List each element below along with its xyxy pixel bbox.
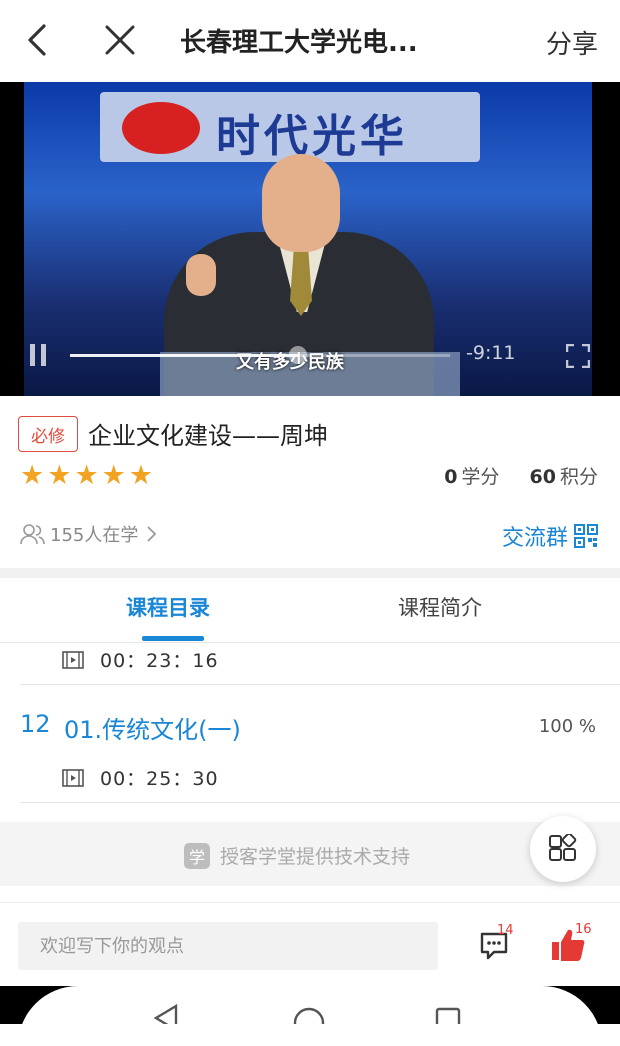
lesson-progress: 100 % [538, 716, 596, 737]
credit-value: 0 [444, 466, 458, 488]
chat-group-label: 交流群 [501, 526, 568, 551]
page-title: 长春理工大学光电... [180, 28, 418, 58]
video-remaining-time: -9:11 [466, 342, 516, 364]
star-icon: ★ [128, 460, 154, 491]
prev-lesson-duration-row: 00：23：16 [62, 646, 219, 673]
back-arrow-icon[interactable] [20, 22, 56, 58]
share-button[interactable]: 分享 [546, 24, 598, 61]
prev-lesson-duration: 00：23：16 [100, 650, 219, 672]
learners-count: 155人在学 [50, 525, 139, 546]
star-icon: ★ [101, 460, 126, 491]
broadcaster-logo-icon [122, 102, 200, 154]
tab-course-intro[interactable]: 课程简介 [398, 592, 482, 622]
apps-grid-icon [549, 834, 577, 861]
top-nav-bar: 长春理工大学光电... 分享 [0, 0, 620, 83]
system-recents-icon[interactable] [434, 1006, 462, 1024]
system-home-icon[interactable] [292, 1006, 326, 1024]
lesson-title: 01.传统文化(一) [64, 716, 241, 744]
video-banner-text: 时代光华 [216, 111, 408, 162]
video-progress-knob[interactable] [289, 346, 307, 364]
support-logo-icon: 学 [184, 842, 210, 869]
points-unit: 积分 [559, 466, 598, 488]
video-file-icon [62, 768, 84, 787]
chat-group-link[interactable]: 交流群 [502, 520, 598, 552]
apps-menu-button[interactable] [530, 816, 596, 882]
star-icon: ★ [74, 460, 99, 491]
points-value: 60 [529, 466, 556, 488]
active-tab-indicator [142, 636, 204, 641]
tab-course-catalog[interactable]: 课程目录 [126, 592, 210, 622]
comment-input[interactable] [18, 922, 438, 970]
learners-link[interactable]: 155人在学 [20, 520, 160, 548]
system-back-icon[interactable] [150, 1004, 180, 1024]
video-file-icon [62, 650, 84, 669]
lesson-duration: 00：25：30 [100, 768, 219, 790]
close-icon[interactable] [102, 22, 138, 58]
credit-unit: 学分 [461, 466, 500, 488]
support-text: 授客学堂提供技术支持 [220, 846, 411, 868]
required-badge: 必修 [18, 416, 78, 452]
pause-icon[interactable] [30, 344, 46, 366]
rating-stars: ★ ★ ★ ★ ★ [20, 462, 153, 490]
fullscreen-icon[interactable] [566, 344, 590, 368]
star-icon: ★ [20, 460, 45, 491]
comment-count: 14 [497, 923, 514, 938]
course-title: 企业文化建设——周坤 [88, 422, 328, 450]
chevron-right-icon [147, 526, 157, 542]
lesson-duration-row: 00：25：30 [62, 764, 219, 791]
lesson-number: 12 [20, 710, 51, 738]
video-player[interactable]: 时代光华 又有多少民族 -9:11 [0, 82, 620, 396]
qr-code-icon [574, 524, 598, 548]
tab-bar [0, 578, 620, 643]
star-icon: ★ [47, 460, 72, 491]
people-icon [20, 524, 45, 545]
video-progress-fill [70, 354, 298, 357]
credits-info: 0 学分 60 积分 [444, 462, 598, 489]
like-count: 16 [575, 922, 592, 937]
